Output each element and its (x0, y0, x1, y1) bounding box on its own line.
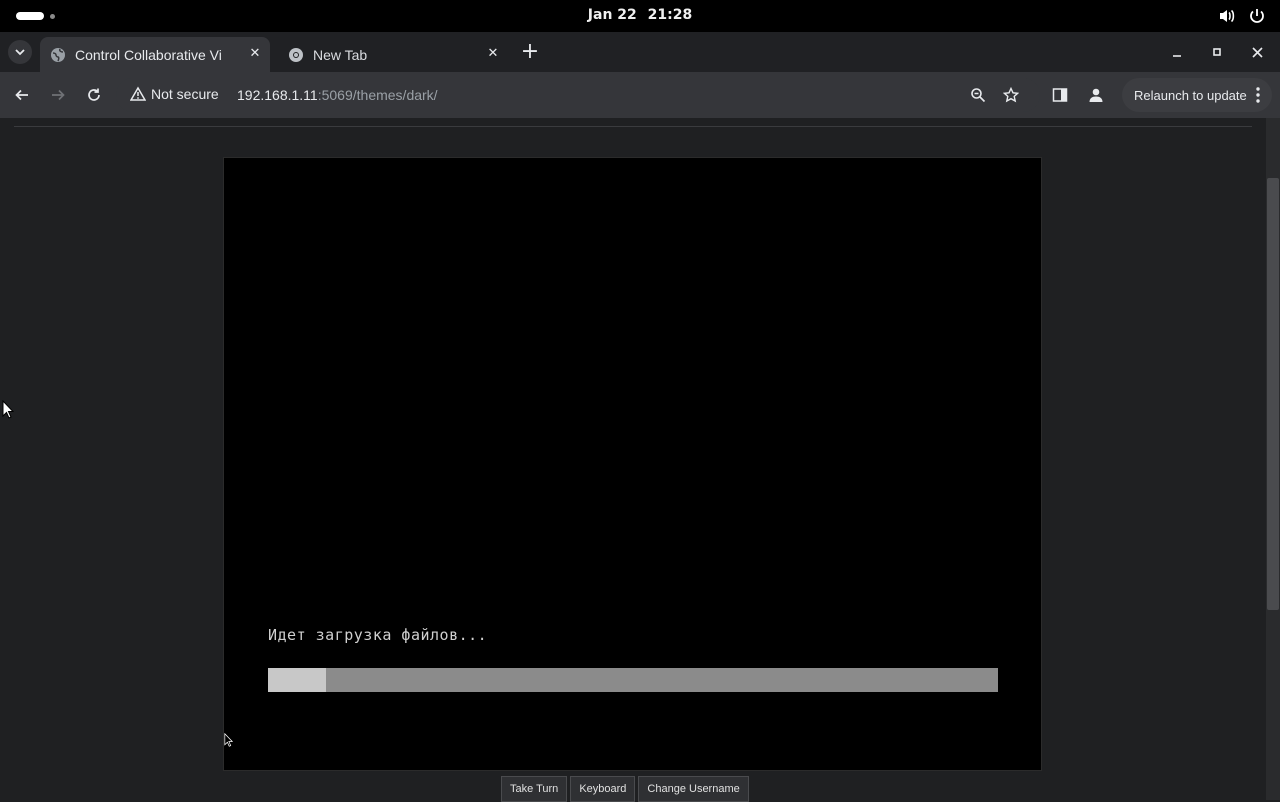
star-icon (1003, 87, 1019, 103)
tab-title: New Tab (313, 46, 368, 63)
tab-title: Control Collaborative Vi (75, 46, 222, 63)
browser-toolbar: Not secure 192.168.1.11:5069/themes/dark… (0, 72, 1280, 118)
relaunch-label: Relaunch to update (1134, 87, 1247, 103)
zoom-button[interactable] (966, 83, 990, 107)
vm-controls: Take Turn Keyboard Change Username (501, 776, 749, 802)
loading-progress-fill (268, 668, 327, 692)
new-tab-button[interactable]: + (518, 41, 542, 65)
chevron-down-icon (15, 49, 25, 56)
globe-icon (51, 47, 65, 62)
url-host: 192.168.1.11 (237, 87, 318, 103)
system-top-bar: Jan 22 21:28 (0, 0, 1280, 32)
tab-search-button[interactable] (8, 40, 32, 64)
side-panel-icon (1052, 88, 1068, 102)
magnifier-icon (971, 88, 986, 103)
power-icon[interactable] (1248, 7, 1266, 25)
profile-icon (1089, 88, 1103, 102)
maximize-button[interactable] (1205, 40, 1229, 64)
arrow-right-icon (52, 89, 65, 101)
security-chip[interactable]: Not secure (130, 86, 219, 102)
close-icon[interactable]: ✕ (248, 47, 262, 61)
relaunch-to-update-button[interactable]: Relaunch to update (1122, 78, 1272, 112)
divider (14, 126, 1252, 127)
address-bar[interactable]: Not secure 192.168.1.11:5069/themes/dark… (116, 78, 1040, 112)
maximize-icon (1213, 48, 1221, 56)
close-icon[interactable]: ✕ (486, 47, 500, 61)
reload-icon (88, 88, 100, 101)
security-label: Not secure (151, 86, 219, 102)
arrow-left-icon (15, 89, 28, 101)
keyboard-button[interactable]: Keyboard (570, 776, 636, 802)
clock-date: Jan 22 (587, 7, 637, 23)
clock[interactable]: Jan 22 21:28 (0, 7, 1280, 23)
close-window-button[interactable] (1245, 40, 1269, 64)
url-text[interactable]: 192.168.1.11:5069/themes/dark/ (237, 87, 438, 103)
tab-control-collaborative[interactable]: Control Collaborative Vi ✕ (40, 37, 270, 72)
vm-screen[interactable]: Идет загрузка файлов... (223, 157, 1042, 771)
loading-status-text: Идет загрузка файлов... (268, 626, 488, 644)
back-button[interactable] (10, 83, 34, 107)
warning-triangle-icon (130, 86, 146, 101)
forward-button[interactable] (46, 83, 70, 107)
tab-strip: Control Collaborative Vi ✕ New Tab ✕ (0, 32, 1280, 72)
reload-button[interactable] (82, 83, 106, 107)
side-panel-button[interactable] (1048, 83, 1072, 107)
mouse-cursor-icon (2, 400, 14, 419)
clock-time: 21:28 (647, 7, 693, 23)
change-username-button[interactable]: Change Username (638, 776, 749, 802)
more-vertical-icon (1256, 87, 1260, 103)
profile-button[interactable] (1084, 83, 1108, 107)
loading-progress-bar (268, 668, 998, 692)
close-icon (1251, 47, 1263, 58)
take-turn-button[interactable]: Take Turn (501, 776, 568, 802)
minimize-icon (1173, 55, 1181, 57)
bookmark-button[interactable] (999, 83, 1023, 107)
scrollbar-thumb[interactable] (1267, 178, 1279, 610)
tab-new-tab[interactable]: New Tab ✕ (278, 37, 508, 72)
vm-cursor-icon (224, 733, 233, 747)
minimize-button[interactable] (1165, 40, 1189, 64)
chrome-icon (289, 47, 303, 62)
volume-icon[interactable] (1218, 7, 1236, 25)
url-path: :5069/themes/dark/ (317, 87, 438, 103)
